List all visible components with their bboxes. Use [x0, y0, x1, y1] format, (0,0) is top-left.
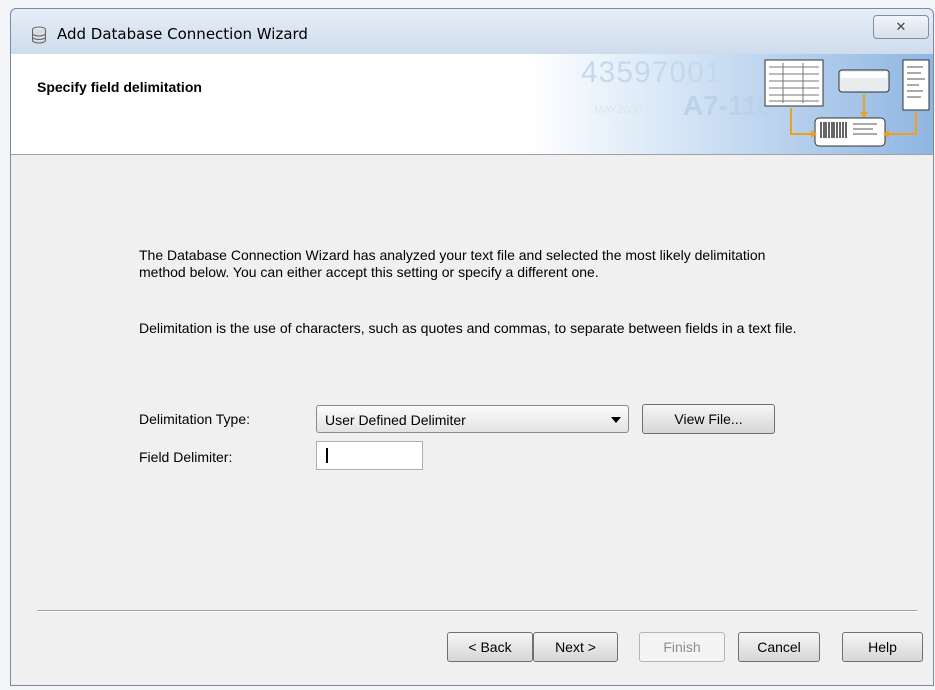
- title-bar[interactable]: Add Database Connection Wizard ✕: [11, 9, 933, 54]
- banner-number-text: 43597001: [581, 56, 723, 89]
- close-button[interactable]: ✕: [873, 15, 929, 39]
- help-button[interactable]: Help: [842, 632, 923, 662]
- wizard-header: Specify field delimitation 43597001 A7-1…: [11, 54, 933, 155]
- chevron-down-icon[interactable]: [611, 417, 621, 423]
- next-button[interactable]: Next >: [533, 632, 618, 662]
- field-delimiter-input[interactable]: [316, 441, 423, 470]
- field-delimiter-label: Field Delimiter:: [139, 449, 233, 465]
- window-title: Add Database Connection Wizard: [57, 25, 308, 43]
- wizard-window: Add Database Connection Wizard ✕ Specify…: [10, 8, 934, 686]
- page-title: Specify field delimitation: [37, 79, 202, 95]
- view-file-button[interactable]: View File...: [642, 404, 775, 434]
- delimitation-type-select[interactable]: User Defined Delimiter: [316, 405, 629, 433]
- banner-code-text: A7-118: [683, 90, 774, 121]
- delimitation-type-label: Delimitation Type:: [139, 411, 251, 427]
- banner-date-text: MAY2000: [594, 104, 642, 116]
- back-button[interactable]: < Back: [447, 632, 533, 662]
- definition-paragraph: Delimitation is the use of characters, s…: [139, 320, 797, 336]
- text-caret: [326, 448, 328, 463]
- wizard-client-area: Specify field delimitation 43597001 A7-1…: [11, 54, 933, 685]
- intro-paragraph: The Database Connection Wizard has analy…: [139, 247, 766, 280]
- database-wizard-banner-icon: [764, 59, 930, 147]
- close-icon: ✕: [895, 19, 907, 34]
- wizard-content: The Database Connection Wizard has analy…: [11, 155, 933, 685]
- database-icon: [32, 26, 46, 44]
- cancel-button[interactable]: Cancel: [738, 632, 820, 662]
- finish-button[interactable]: Finish: [639, 632, 725, 662]
- footer-separator: [37, 610, 917, 612]
- delimitation-type-value: User Defined Delimiter: [325, 412, 466, 428]
